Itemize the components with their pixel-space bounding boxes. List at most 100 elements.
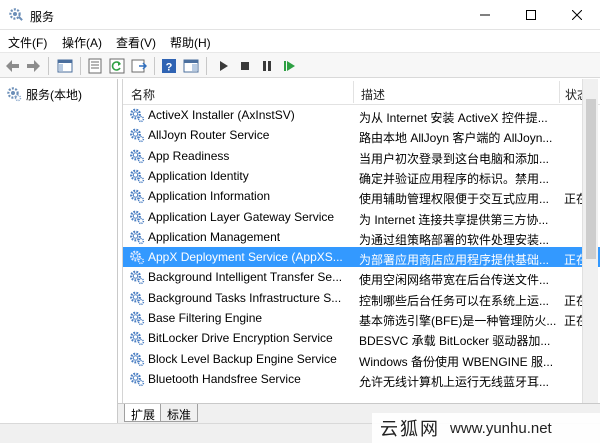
- table-row[interactable]: ActiveX Installer (AxInstSV) 为从 Internet …: [123, 105, 600, 125]
- service-description: 控制哪些后台任务可以在系统上运...: [359, 293, 550, 308]
- properties-button[interactable]: [86, 57, 104, 75]
- table-row[interactable]: Block Level Backup Engine Service Windows…: [123, 349, 600, 369]
- maximize-button[interactable]: [508, 0, 554, 30]
- resume-service-icon: [284, 61, 295, 71]
- menu-action[interactable]: 操作(A): [62, 34, 102, 51]
- toolbar-separator: [80, 57, 81, 75]
- service-gear-icon: [130, 149, 145, 163]
- service-name: BitLocker Drive Encryption Service: [148, 331, 333, 346]
- export-list-button[interactable]: [130, 57, 148, 75]
- mmc-button[interactable]: [182, 57, 200, 75]
- service-name-cell: Background Intelligent Transfer Se...: [129, 269, 359, 285]
- service-name-cell: Application Identity: [129, 168, 359, 184]
- window-title: 服务: [30, 10, 55, 24]
- menu-help[interactable]: 帮助(H): [170, 34, 211, 51]
- service-name-cell: Application Information: [129, 188, 359, 204]
- table-row[interactable]: Base Filtering Engine 基本筛选引擎(BFE)是一种管理防火.…: [123, 308, 600, 328]
- start-service-icon: [220, 61, 228, 71]
- table-row[interactable]: BitLocker Drive Encryption Service BDESVC…: [123, 328, 600, 348]
- maximize-icon: [526, 10, 536, 20]
- service-name-cell: AllJoyn Router Service: [129, 127, 359, 143]
- toolbar-separator: [154, 57, 155, 75]
- console-tree: 服务(本地): [0, 79, 118, 423]
- service-gear-icon: [130, 270, 145, 285]
- properties-icon: [88, 58, 102, 74]
- table-row[interactable]: Background Tasks Infrastructure S... 控制哪些…: [123, 288, 600, 308]
- table-row[interactable]: App Readiness 当用户初次登录到这台电脑和添加...: [123, 146, 600, 166]
- minimize-button[interactable]: [462, 0, 508, 30]
- column-header-description[interactable]: 描述: [361, 86, 385, 103]
- stop-service-button[interactable]: [236, 57, 254, 75]
- close-button[interactable]: [554, 0, 600, 30]
- service-gear-icon: [130, 352, 145, 366]
- list-header: 名称 描述 状态: [123, 79, 600, 105]
- mmc-icon: [183, 59, 199, 73]
- service-name-cell: Application Management: [129, 229, 359, 245]
- refresh-button[interactable]: [108, 57, 126, 75]
- service-name: Application Layer Gateway Service: [148, 209, 335, 224]
- table-row[interactable]: Background Intelligent Transfer Se... 使用空…: [123, 267, 600, 287]
- help-icon: ?: [162, 59, 176, 74]
- service-gear-icon: [130, 210, 145, 224]
- menu-view[interactable]: 查看(V): [116, 34, 156, 51]
- service-description: 确定并验证应用程序的标识。禁用...: [359, 171, 550, 186]
- column-header-name[interactable]: 名称: [131, 86, 155, 103]
- column-divider[interactable]: [353, 81, 354, 103]
- service-description: 基本筛选引擎(BFE)是一种管理防火...: [359, 314, 557, 328]
- service-gear-icon: [130, 128, 145, 143]
- service-name: Base Filtering Engine: [148, 311, 263, 325]
- service-name: AppX Deployment Service (AppXS...: [148, 250, 343, 265]
- service-gear-icon: [130, 189, 145, 204]
- service-gear-icon: [130, 331, 145, 346]
- service-description: 使用辅助管理权限便于交互式应用...: [359, 192, 550, 207]
- services-gear-icon: [9, 8, 23, 21]
- svg-text:?: ?: [166, 62, 173, 74]
- services-list: 名称 描述 状态 ActiveX Installer (AxInstSV) 为从 …: [122, 79, 600, 403]
- tree-item-services-local[interactable]: 服务(本地): [6, 86, 82, 102]
- service-name-cell: Background Tasks Infrastructure S...: [129, 290, 359, 306]
- service-name-cell: Application Layer Gateway Service: [129, 209, 359, 225]
- tab-standard[interactable]: 标准: [160, 404, 199, 422]
- vertical-scrollbar[interactable]: [582, 79, 598, 403]
- table-row[interactable]: AllJoyn Router Service 路由本地 AllJoyn 客户端的 …: [123, 125, 600, 145]
- back-icon: [6, 60, 19, 72]
- table-row[interactable]: Application Identity 确定并验证应用程序的标识。禁用...: [123, 166, 600, 186]
- table-row[interactable]: Application Information 使用辅助管理权限便于交互式应用..…: [123, 186, 600, 206]
- table-row[interactable]: Application Management 为通过组策略部署的软件处理安装...: [123, 227, 600, 247]
- service-name-cell: BitLocker Drive Encryption Service: [129, 330, 359, 346]
- resume-service-button[interactable]: [280, 57, 298, 75]
- service-description: 为 Internet 连接共享提供第三方协...: [359, 212, 549, 227]
- back-button[interactable]: [4, 57, 22, 75]
- service-name: Block Level Backup Engine Service: [148, 351, 337, 366]
- service-description: 当用户初次登录到这台电脑和添加...: [359, 151, 550, 166]
- tab-extended[interactable]: 扩展: [124, 404, 163, 422]
- service-description: 使用空闲网络带宽在后台传送文件...: [359, 273, 550, 288]
- service-name: Background Tasks Infrastructure S...: [148, 290, 342, 305]
- forward-button[interactable]: [24, 57, 42, 75]
- scrollbar-thumb[interactable]: [586, 99, 596, 259]
- service-gear-icon: [130, 169, 145, 184]
- service-description: 路由本地 AllJoyn 客户端的 AllJoyn...: [359, 131, 553, 146]
- menu-file[interactable]: 文件(F): [8, 34, 47, 51]
- column-divider[interactable]: [559, 81, 560, 103]
- service-name-cell: Bluetooth Handsfree Service: [129, 371, 359, 387]
- service-name: Application Information: [148, 189, 271, 204]
- service-name: App Readiness: [148, 148, 230, 163]
- service-gear-icon: [130, 372, 145, 387]
- toolbar-separator: [48, 57, 49, 75]
- pause-service-button[interactable]: [258, 57, 276, 75]
- table-row[interactable]: Application Layer Gateway Service 为 Inter…: [123, 207, 600, 227]
- service-gear-icon: [130, 230, 145, 244]
- watermark-text: 云狐网: [380, 419, 440, 440]
- start-service-button[interactable]: [214, 57, 232, 75]
- service-name-cell: Base Filtering Engine: [129, 310, 359, 326]
- table-row[interactable]: AppX Deployment Service (AppXS... 为部署应用商店…: [123, 247, 600, 268]
- service-name-cell: App Readiness: [129, 148, 359, 164]
- service-description: BDESVC 承载 BitLocker 驱动器加...: [359, 334, 551, 349]
- show-tree-button[interactable]: [56, 57, 74, 75]
- refresh-icon: [109, 58, 125, 74]
- service-name: Application Identity: [148, 168, 249, 183]
- service-name-cell: ActiveX Installer (AxInstSV): [129, 107, 359, 123]
- help-button[interactable]: ?: [160, 57, 178, 75]
- table-row[interactable]: Bluetooth Handsfree Service 允许无线计算机上运行无线蓝…: [123, 369, 600, 389]
